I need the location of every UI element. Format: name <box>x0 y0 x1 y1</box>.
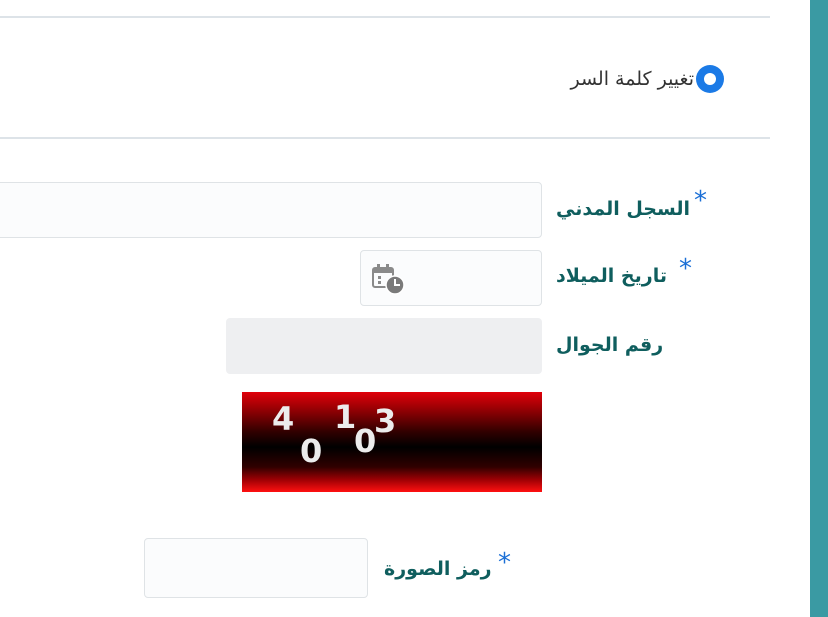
image-code-input[interactable] <box>145 539 371 599</box>
mobile-label-text: رقم الجوال <box>556 334 664 356</box>
birth-date-label-text: تاريخ الميلاد <box>556 265 667 287</box>
civil-id-label: السجل المدني <box>556 198 690 220</box>
image-code-field[interactable] <box>144 538 371 599</box>
right-accent-bar <box>810 0 828 617</box>
birth-date-required-mark: * <box>679 254 692 284</box>
calendar-clock-icon[interactable] <box>371 263 405 295</box>
top-divider <box>0 16 770 18</box>
captcha-image: 4 0 1 0 3 <box>242 392 542 492</box>
section-divider <box>0 137 770 139</box>
image-code-label: رمز الصورة <box>384 558 492 580</box>
captcha-char: 4 <box>272 400 295 438</box>
change-password-option[interactable]: تغيير كلمة السر <box>500 60 724 98</box>
image-code-label-text: رمز الصورة <box>384 558 492 580</box>
civil-id-input[interactable] <box>0 183 545 239</box>
birth-date-label: تاريخ الميلاد <box>556 265 667 287</box>
image-code-required-mark: * <box>498 548 511 578</box>
mobile-label: رقم الجوال <box>556 334 663 356</box>
change-password-radio[interactable] <box>696 65 724 93</box>
civil-id-field[interactable] <box>0 182 545 239</box>
civil-id-required-mark: * <box>694 186 707 216</box>
birth-date-field[interactable] <box>360 250 542 306</box>
mobile-field <box>226 318 545 375</box>
mobile-input <box>227 319 545 375</box>
captcha-char: 3 <box>374 402 397 440</box>
captcha-char: 0 <box>300 432 323 470</box>
captcha-char: 0 <box>354 422 377 460</box>
captcha-char: 1 <box>334 398 357 436</box>
civil-id-label-text: السجل المدني <box>556 198 690 220</box>
change-password-label: تغيير كلمة السر <box>570 68 695 90</box>
